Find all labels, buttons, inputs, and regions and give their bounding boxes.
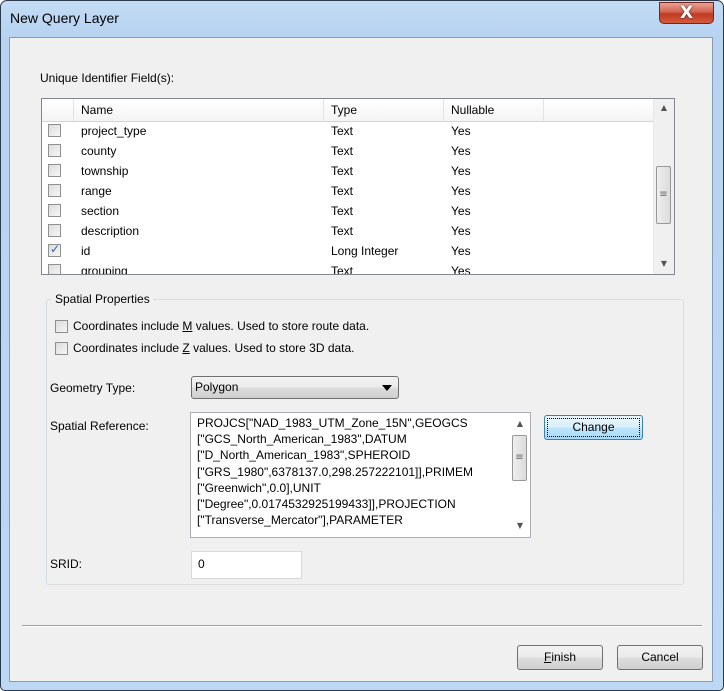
- scroll-up-icon[interactable]: ▲: [654, 99, 674, 116]
- grid-header: Name Type Nullable: [42, 99, 654, 122]
- cancel-button[interactable]: Cancel: [617, 645, 703, 670]
- footer-divider: [22, 625, 702, 627]
- window-title: New Query Layer: [10, 10, 119, 26]
- row-checkbox[interactable]: [48, 224, 61, 237]
- geometry-type-value: Polygon: [195, 380, 239, 394]
- row-checkbox[interactable]: [48, 124, 61, 137]
- cell-name: grouping: [81, 264, 128, 275]
- z-values-text-post: values. Used to store 3D data.: [189, 341, 355, 355]
- row-checkbox[interactable]: [48, 164, 61, 177]
- cell-nullable: Yes: [451, 224, 471, 238]
- dialog-window: New Query Layer X Unique Identifier Fiel…: [0, 0, 724, 691]
- cell-nullable: Yes: [451, 124, 471, 138]
- spatial-properties-title: Spatial Properties: [52, 292, 153, 306]
- cell-type: Text: [331, 184, 354, 198]
- title-bar[interactable]: New Query Layer X: [1, 1, 723, 37]
- table-row[interactable]: county Text Yes: [42, 141, 654, 161]
- cell-nullable: Yes: [451, 264, 471, 275]
- close-icon: X: [679, 3, 694, 23]
- header-name[interactable]: Name: [74, 99, 324, 121]
- header-nullable[interactable]: Nullable: [444, 99, 544, 121]
- header-checkbox-column: [42, 99, 74, 121]
- cell-name: id: [81, 244, 91, 258]
- grip-icon: ≡: [515, 452, 524, 463]
- table-row[interactable]: id Long Integer Yes: [42, 241, 654, 261]
- cell-name: section: [81, 204, 120, 218]
- table-row[interactable]: township Text Yes: [42, 161, 654, 181]
- cell-name: project_type: [81, 124, 147, 138]
- scroll-thumb[interactable]: ≡: [656, 166, 671, 224]
- z-values-accesskey: Z: [182, 341, 190, 355]
- finish-label-rest: inish: [551, 650, 577, 664]
- cell-nullable: Yes: [451, 184, 471, 198]
- cell-type: Text: [331, 264, 354, 275]
- z-values-text-pre: Coordinates include: [73, 341, 183, 355]
- cell-type: Long Integer: [331, 244, 399, 258]
- srid-label: SRID:: [50, 557, 83, 571]
- cancel-button-label: Cancel: [641, 650, 679, 664]
- chevron-down-icon: [382, 385, 392, 391]
- finish-button[interactable]: Finish: [517, 645, 603, 670]
- cell-name: range: [81, 184, 112, 198]
- grid-vertical-scrollbar[interactable]: ▲ ≡ ▼: [653, 99, 674, 274]
- dialog-client-area: Unique Identifier Field(s): Name Type Nu…: [9, 37, 713, 682]
- scroll-down-icon[interactable]: ▼: [510, 517, 530, 534]
- cell-name: township: [81, 164, 129, 178]
- spatial-reference-text: PROJCS["NAD_1983_UTM_Zone_15N",GEOGCS ["…: [197, 416, 474, 528]
- table-row[interactable]: section Text Yes: [42, 201, 654, 221]
- geometry-type-dropdown[interactable]: Polygon: [191, 376, 399, 399]
- unique-identifier-grid: Name Type Nullable project_type Text Yes co…: [41, 98, 675, 275]
- m-values-label[interactable]: Coordinates include M values. Used to st…: [73, 319, 369, 333]
- geometry-type-label: Geometry Type:: [50, 381, 136, 395]
- cell-nullable: Yes: [451, 204, 471, 218]
- cell-nullable: Yes: [451, 144, 471, 158]
- spatial-reference-scrollbar[interactable]: ▲ ≡ ▼: [510, 413, 530, 537]
- row-checkbox[interactable]: [48, 204, 61, 217]
- m-values-text-pre: Coordinates include: [73, 319, 183, 333]
- scroll-down-icon[interactable]: ▼: [654, 255, 674, 272]
- header-empty: [544, 99, 654, 121]
- grip-icon: ≡: [659, 189, 668, 200]
- change-button-label: Change: [572, 420, 615, 434]
- cell-type: Text: [331, 164, 354, 178]
- cell-type: Text: [331, 124, 354, 138]
- m-values-checkbox[interactable]: [55, 320, 68, 333]
- srid-value: 0: [198, 557, 205, 571]
- header-type[interactable]: Type: [324, 99, 444, 121]
- m-values-accesskey: M: [182, 319, 193, 333]
- cell-type: Text: [331, 144, 354, 158]
- unique-identifier-label: Unique Identifier Field(s):: [40, 71, 175, 85]
- scroll-up-icon[interactable]: ▲: [510, 415, 530, 432]
- cell-type: Text: [331, 224, 354, 238]
- m-values-text-post: values. Used to store route data.: [192, 319, 370, 333]
- cell-nullable: Yes: [451, 244, 471, 258]
- row-checkbox[interactable]: [48, 264, 61, 274]
- spatial-reference-textbox[interactable]: PROJCS["NAD_1983_UTM_Zone_15N",GEOGCS ["…: [190, 412, 531, 538]
- z-values-checkbox[interactable]: [55, 342, 68, 355]
- cell-nullable: Yes: [451, 164, 471, 178]
- change-button[interactable]: Change: [544, 415, 643, 440]
- cell-type: Text: [331, 204, 354, 218]
- table-row[interactable]: project_type Text Yes: [42, 121, 654, 141]
- close-button[interactable]: X: [659, 2, 714, 24]
- row-checkbox[interactable]: [48, 184, 61, 197]
- srid-input[interactable]: 0: [191, 551, 302, 579]
- z-values-label[interactable]: Coordinates include Z values. Used to st…: [73, 341, 355, 355]
- cell-name: county: [81, 144, 117, 158]
- table-row[interactable]: description Text Yes: [42, 221, 654, 241]
- table-row[interactable]: grouping Text Yes: [42, 261, 654, 275]
- row-checkbox[interactable]: [48, 144, 61, 157]
- spatial-reference-label: Spatial Reference:: [50, 419, 149, 433]
- cell-name: description: [81, 224, 140, 238]
- row-checkbox[interactable]: [48, 242, 61, 257]
- scroll-thumb[interactable]: ≡: [512, 435, 527, 481]
- table-row[interactable]: range Text Yes: [42, 181, 654, 201]
